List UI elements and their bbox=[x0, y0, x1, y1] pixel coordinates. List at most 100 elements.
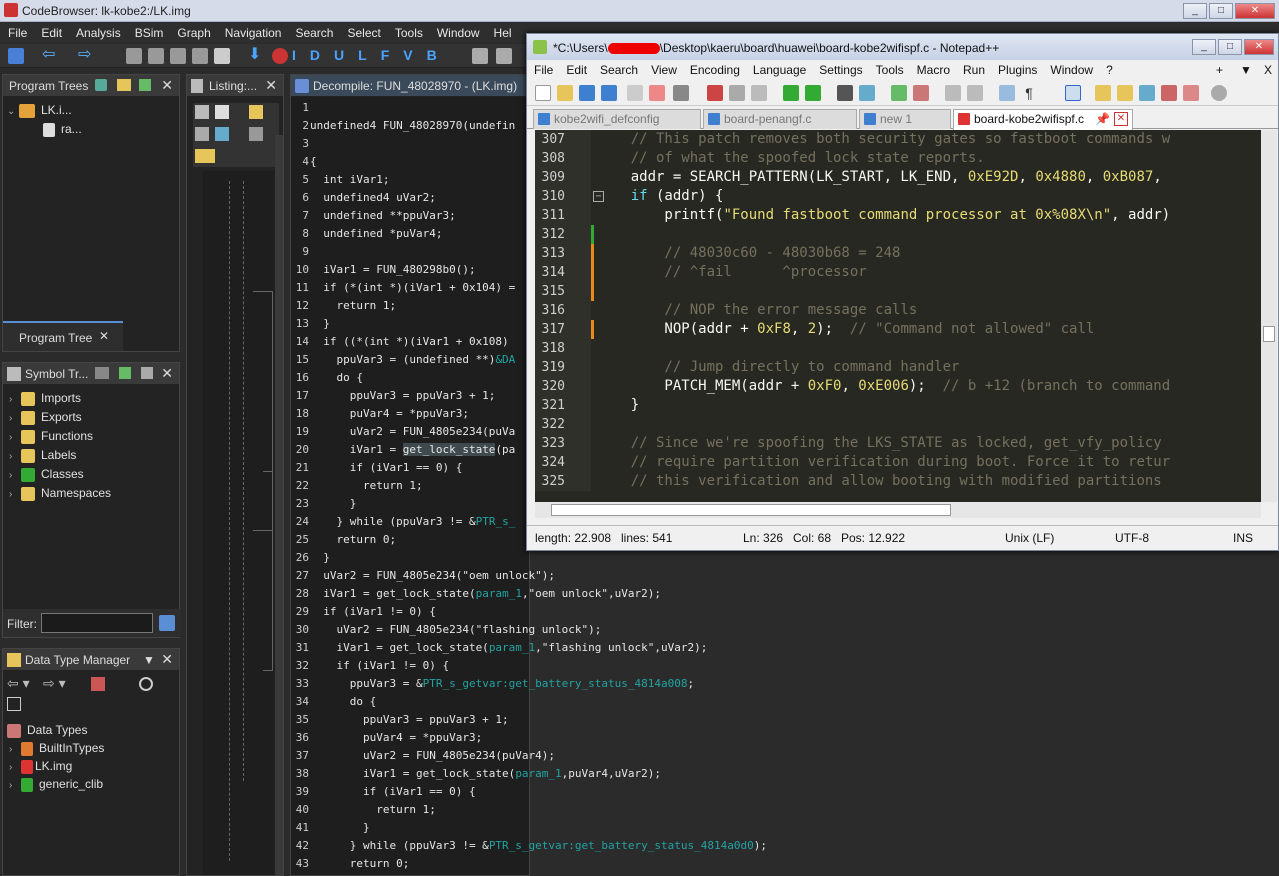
code-line[interactable]: // This patch removes both security gate… bbox=[597, 130, 1170, 149]
eye-icon[interactable] bbox=[1211, 85, 1227, 101]
code-line[interactable]: undefined *puVar4; bbox=[310, 227, 442, 240]
fold-toggle-icon[interactable]: − bbox=[593, 191, 604, 202]
code-line[interactable]: ppuVar3 = (undefined **)&DA bbox=[310, 353, 515, 366]
code-line[interactable]: if (iVar1 == 0) { bbox=[310, 785, 476, 798]
code-line[interactable]: printf("Found fastboot command processor… bbox=[597, 206, 1170, 225]
symbol-tree-item[interactable]: › Classes bbox=[9, 465, 84, 483]
menu-item[interactable]: Graph bbox=[169, 23, 216, 40]
code-line[interactable]: return 0; bbox=[310, 857, 410, 870]
back-arrow-icon[interactable]: ⇦ ▾ bbox=[7, 675, 30, 692]
table-icon[interactable] bbox=[95, 367, 109, 379]
highlighted-token[interactable]: get_lock_state bbox=[402, 443, 496, 456]
data-types-root[interactable]: Data Types bbox=[7, 721, 87, 739]
zoom-in-icon[interactable] bbox=[891, 85, 907, 101]
code-line[interactable]: PATCH_MEM(addr + 0xF0, 0xE006); // b +12… bbox=[597, 377, 1170, 396]
chevron-right-icon[interactable]: › bbox=[9, 448, 21, 466]
minimize-button[interactable]: _ bbox=[1183, 3, 1207, 19]
menu-item[interactable]: BSim bbox=[127, 23, 170, 40]
tool-icon[interactable] bbox=[496, 48, 512, 64]
menu-item[interactable]: Plugins bbox=[991, 60, 1043, 77]
menu-control[interactable]: + bbox=[1209, 60, 1229, 77]
close-button[interactable]: ✕ bbox=[1235, 3, 1275, 19]
show-all-chars-icon[interactable]: ¶ bbox=[1021, 85, 1037, 101]
back-arrow-icon[interactable]: ⇦ bbox=[42, 47, 58, 64]
copy-icon[interactable] bbox=[729, 85, 745, 101]
copy-icon[interactable] bbox=[195, 105, 209, 119]
wrap-icon[interactable] bbox=[999, 85, 1015, 101]
pin-icon[interactable]: 📌 bbox=[1095, 110, 1110, 128]
toolbar-letter-button[interactable]: D bbox=[310, 47, 320, 63]
code-line[interactable]: int iVar1; bbox=[310, 173, 389, 186]
npp-vertical-scrollbar[interactable] bbox=[1261, 130, 1277, 502]
code-line[interactable]: puVar4 = *ppuVar3; bbox=[310, 731, 482, 744]
close-file-icon[interactable] bbox=[627, 85, 643, 101]
code-line[interactable]: if (addr) { bbox=[597, 187, 724, 206]
sync-h-icon[interactable] bbox=[967, 85, 983, 101]
code-line[interactable]: } bbox=[310, 497, 357, 510]
scroll-thumb[interactable] bbox=[551, 504, 951, 516]
menu-item[interactable]: Window bbox=[1043, 60, 1099, 77]
symbol-tree-item[interactable]: › Functions bbox=[9, 427, 93, 445]
code-line[interactable]: do { bbox=[310, 695, 377, 708]
code-line[interactable]: do { bbox=[310, 371, 363, 384]
tab-new-1[interactable]: new 1 bbox=[859, 109, 951, 129]
tab-board-kobe2wifispf[interactable]: board-kobe2wifispf.c 📌 ✕ bbox=[953, 109, 1133, 130]
npp-horizontal-scrollbar[interactable] bbox=[535, 502, 1261, 518]
code-line[interactable]: // require partition verification during… bbox=[597, 453, 1170, 472]
code-line[interactable]: iVar1 = get_lock_state(param_1,"oem unlo… bbox=[310, 587, 661, 600]
menu-item[interactable]: Hel bbox=[486, 23, 518, 40]
new-tree-icon[interactable] bbox=[95, 79, 107, 91]
refresh-icon[interactable] bbox=[139, 79, 151, 91]
code-line[interactable]: iVar1 = get_lock_state(param_1,puVar4,uV… bbox=[310, 767, 661, 780]
chevron-right-icon[interactable]: › bbox=[9, 410, 21, 428]
close-button[interactable]: ✕ bbox=[1244, 39, 1274, 55]
diff-icon[interactable] bbox=[215, 127, 229, 141]
maximize-button[interactable]: □ bbox=[1218, 39, 1242, 55]
menu-dropdown-icon[interactable]: ▼ bbox=[143, 653, 155, 667]
code-line[interactable]: if (iVar1 != 0) { bbox=[310, 659, 449, 672]
indent-guide-icon[interactable] bbox=[1065, 85, 1081, 101]
chevron-right-icon[interactable]: › bbox=[9, 486, 21, 504]
code-line[interactable]: } bbox=[310, 551, 330, 564]
stop-icon[interactable] bbox=[272, 48, 288, 64]
code-line[interactable]: } while (ppuVar3 != &PTR_s_ bbox=[310, 515, 515, 528]
options-icon[interactable] bbox=[195, 149, 215, 163]
close-icon[interactable]: ✕ bbox=[161, 651, 173, 668]
code-line[interactable]: // 48030c60 - 48030b68 = 248 bbox=[597, 244, 900, 263]
npp-editor[interactable]: 307 // This patch removes both security … bbox=[535, 130, 1261, 502]
monitor-icon[interactable] bbox=[1183, 85, 1199, 101]
save-icon[interactable] bbox=[579, 85, 595, 101]
symbol-tree-item[interactable]: › Imports bbox=[9, 389, 81, 407]
open-folder-icon[interactable] bbox=[117, 79, 131, 91]
code-line[interactable]: // NOP the error message calls bbox=[597, 301, 917, 320]
minimize-button[interactable]: _ bbox=[1192, 39, 1216, 55]
menu-item[interactable]: Run bbox=[956, 60, 991, 77]
settings-icon[interactable] bbox=[139, 677, 153, 691]
code-line[interactable]: undefined4 FUN_48028970(undefin bbox=[310, 119, 515, 132]
code-line[interactable]: ppuVar3 = ppuVar3 + 1; bbox=[310, 389, 496, 402]
code-line[interactable]: NOP(addr + 0xF8, 2); // "Command not all… bbox=[597, 320, 1094, 339]
code-line[interactable]: puVar4 = *ppuVar3; bbox=[310, 407, 469, 420]
snapshot-icon[interactable] bbox=[141, 367, 153, 379]
code-line[interactable]: iVar1 = get_lock_state(pa bbox=[310, 443, 515, 456]
chevron-right-icon[interactable]: › bbox=[9, 777, 21, 795]
listing-scrollbar[interactable] bbox=[275, 135, 283, 875]
code-line[interactable]: ppuVar3 = &PTR_s_getvar:get_battery_stat… bbox=[310, 677, 694, 690]
close-icon[interactable]: ✕ bbox=[161, 365, 173, 382]
code-line[interactable]: return 1; bbox=[310, 803, 436, 816]
code-line[interactable]: // of what the spoofed lock state report… bbox=[597, 149, 985, 168]
type-icon[interactable] bbox=[91, 677, 105, 691]
menu-item[interactable]: File bbox=[527, 60, 559, 77]
data-type-item[interactable]: › LK.img bbox=[9, 757, 72, 775]
menu-control[interactable]: X bbox=[1257, 60, 1278, 77]
menu-item[interactable]: File bbox=[0, 23, 33, 40]
navigate-icon[interactable] bbox=[170, 48, 186, 64]
symbol-tree-item[interactable]: › Exports bbox=[9, 408, 82, 426]
symbol-tree-item[interactable]: › Namespaces bbox=[9, 484, 111, 502]
menu-item[interactable]: View bbox=[644, 60, 683, 77]
menu-item[interactable]: Tools bbox=[869, 60, 910, 77]
doc-map-icon[interactable] bbox=[1117, 85, 1133, 101]
code-line[interactable]: return 1; bbox=[310, 299, 396, 312]
tab-board-penangf[interactable]: board-penangf.c bbox=[703, 109, 857, 129]
chevron-right-icon[interactable]: › bbox=[9, 391, 21, 409]
